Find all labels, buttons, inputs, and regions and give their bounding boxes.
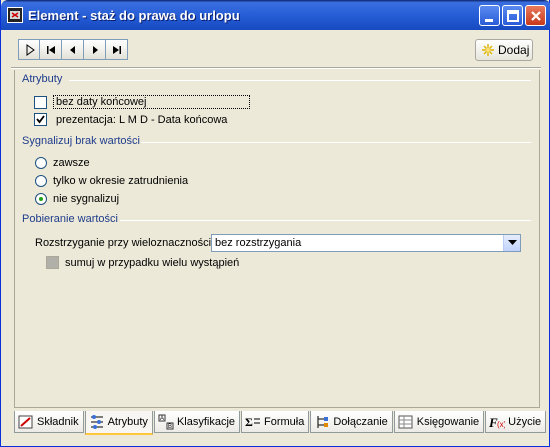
next-record-icon bbox=[93, 46, 98, 54]
formula-icon: Σ bbox=[245, 415, 261, 429]
minimize-icon bbox=[485, 19, 493, 22]
prev-record-button[interactable] bbox=[62, 39, 84, 60]
close-button[interactable] bbox=[525, 5, 546, 26]
first-record-button[interactable] bbox=[40, 39, 62, 60]
play-outline-icon bbox=[26, 44, 35, 56]
window-title: Element - staż do prawa do urlopu bbox=[28, 8, 240, 23]
tab-dolaczanie-label: Dołączanie bbox=[333, 415, 388, 428]
presentation-label: prezentacja: L M D - Data końcowa bbox=[56, 113, 228, 126]
ambiguity-label: Rozstrzyganie przy wieloznaczności: bbox=[35, 237, 215, 249]
checkmark-icon bbox=[36, 115, 45, 124]
tab-strip: Składnik Atrybuty AB Klasyfikacje Σ Form… bbox=[14, 411, 547, 435]
first-record-icon bbox=[47, 46, 55, 54]
tab-skladnik[interactable]: Składnik bbox=[14, 411, 84, 433]
tab-formula-label: Formuła bbox=[264, 415, 305, 428]
next-record-button[interactable] bbox=[84, 39, 106, 60]
function-icon: F(x) bbox=[489, 415, 505, 430]
sum-occurrences-option: sumuj w przypadku wielu wystąpień bbox=[46, 256, 239, 269]
sum-occurrences-label: sumuj w przypadku wielu wystąpień bbox=[65, 256, 240, 269]
radio-selected-dot bbox=[39, 197, 43, 201]
minimize-button[interactable] bbox=[479, 5, 500, 26]
retrieval-section-line bbox=[120, 220, 531, 221]
radio-employment-period[interactable] bbox=[35, 175, 47, 187]
component-icon bbox=[18, 415, 33, 428]
app-icon bbox=[7, 7, 23, 23]
radio-employment-option[interactable]: tylko w okresie zatrudnienia bbox=[35, 175, 188, 187]
record-navigation bbox=[18, 39, 128, 60]
tab-ksiegowanie-label: Księgowanie bbox=[416, 415, 480, 428]
dialog-window: Element - staż do prawa do urlopu Dodaj … bbox=[0, 0, 550, 447]
tab-ksiegowanie[interactable]: Księgowanie bbox=[393, 411, 485, 433]
svg-text:(x): (x) bbox=[497, 420, 505, 429]
toolbar-divider bbox=[11, 67, 541, 69]
attributes-section-label: Atrybuty bbox=[22, 73, 63, 85]
radio-always-option[interactable]: zawsze bbox=[35, 157, 90, 169]
prev-record-icon bbox=[70, 46, 75, 54]
close-icon bbox=[531, 11, 541, 21]
open-button[interactable] bbox=[18, 39, 40, 60]
radio-no-signal-option[interactable]: nie sygnalizuj bbox=[35, 193, 119, 205]
ambiguity-select-value: bez rozstrzygania bbox=[215, 237, 302, 249]
svg-text:B: B bbox=[168, 424, 172, 430]
radio-always[interactable] bbox=[35, 157, 47, 169]
radio-no-signal[interactable] bbox=[35, 193, 47, 205]
tab-uzycie-label: Użycie bbox=[508, 415, 542, 428]
tab-skladnik-label: Składnik bbox=[37, 415, 79, 428]
presentation-option[interactable]: prezentacja: L M D - Data końcowa bbox=[34, 113, 227, 126]
radio-no-signal-label: nie sygnalizuj bbox=[53, 193, 120, 205]
maximize-icon bbox=[507, 10, 519, 22]
ambiguity-dropdown-button[interactable] bbox=[503, 235, 520, 251]
radio-employment-label: tylko w okresie zatrudnienia bbox=[53, 175, 189, 187]
sum-occurrences-checkbox bbox=[46, 256, 59, 269]
add-button-label: Dodaj bbox=[498, 43, 530, 57]
tab-klasyfikacje[interactable]: AB Klasyfikacje bbox=[153, 411, 241, 433]
attach-icon bbox=[317, 415, 329, 428]
ambiguity-select[interactable]: bez rozstrzygania bbox=[211, 234, 521, 252]
last-record-icon bbox=[113, 46, 121, 54]
svg-text:A: A bbox=[160, 416, 164, 422]
signal-section-line bbox=[141, 142, 531, 143]
tab-uzycie[interactable]: F(x) Użycie bbox=[485, 411, 547, 433]
presentation-checkbox[interactable] bbox=[34, 113, 47, 126]
ledger-icon bbox=[398, 415, 413, 428]
tab-formula[interactable]: Σ Formuła bbox=[241, 411, 310, 433]
attributes-icon bbox=[90, 415, 103, 429]
no-end-date-label: bez daty końcowej bbox=[53, 95, 250, 109]
add-button[interactable]: Dodaj bbox=[475, 39, 533, 61]
classification-icon: AB bbox=[158, 414, 174, 430]
maximize-button[interactable] bbox=[502, 5, 523, 26]
svg-text:Σ: Σ bbox=[245, 415, 253, 429]
no-end-date-checkbox[interactable] bbox=[34, 95, 47, 109]
tab-klasyfikacje-label: Klasyfikacje bbox=[176, 415, 236, 428]
chevron-down-icon bbox=[508, 240, 517, 245]
tab-atrybuty[interactable]: Atrybuty bbox=[84, 411, 153, 435]
attributes-section-line bbox=[69, 80, 531, 81]
no-end-date-option[interactable]: bez daty końcowej bbox=[34, 95, 250, 109]
last-record-button[interactable] bbox=[106, 39, 128, 60]
sparkle-icon bbox=[482, 44, 494, 56]
tab-atrybuty-label: Atrybuty bbox=[107, 416, 148, 428]
radio-always-label: zawsze bbox=[53, 157, 90, 169]
tab-dolaczanie[interactable]: Dołączanie bbox=[310, 411, 393, 433]
retrieval-section-label: Pobieranie wartości bbox=[22, 213, 118, 225]
title-bar[interactable]: Element - staż do prawa do urlopu bbox=[1, 0, 550, 30]
signal-section-label: Sygnalizuj brak wartości bbox=[22, 135, 140, 147]
